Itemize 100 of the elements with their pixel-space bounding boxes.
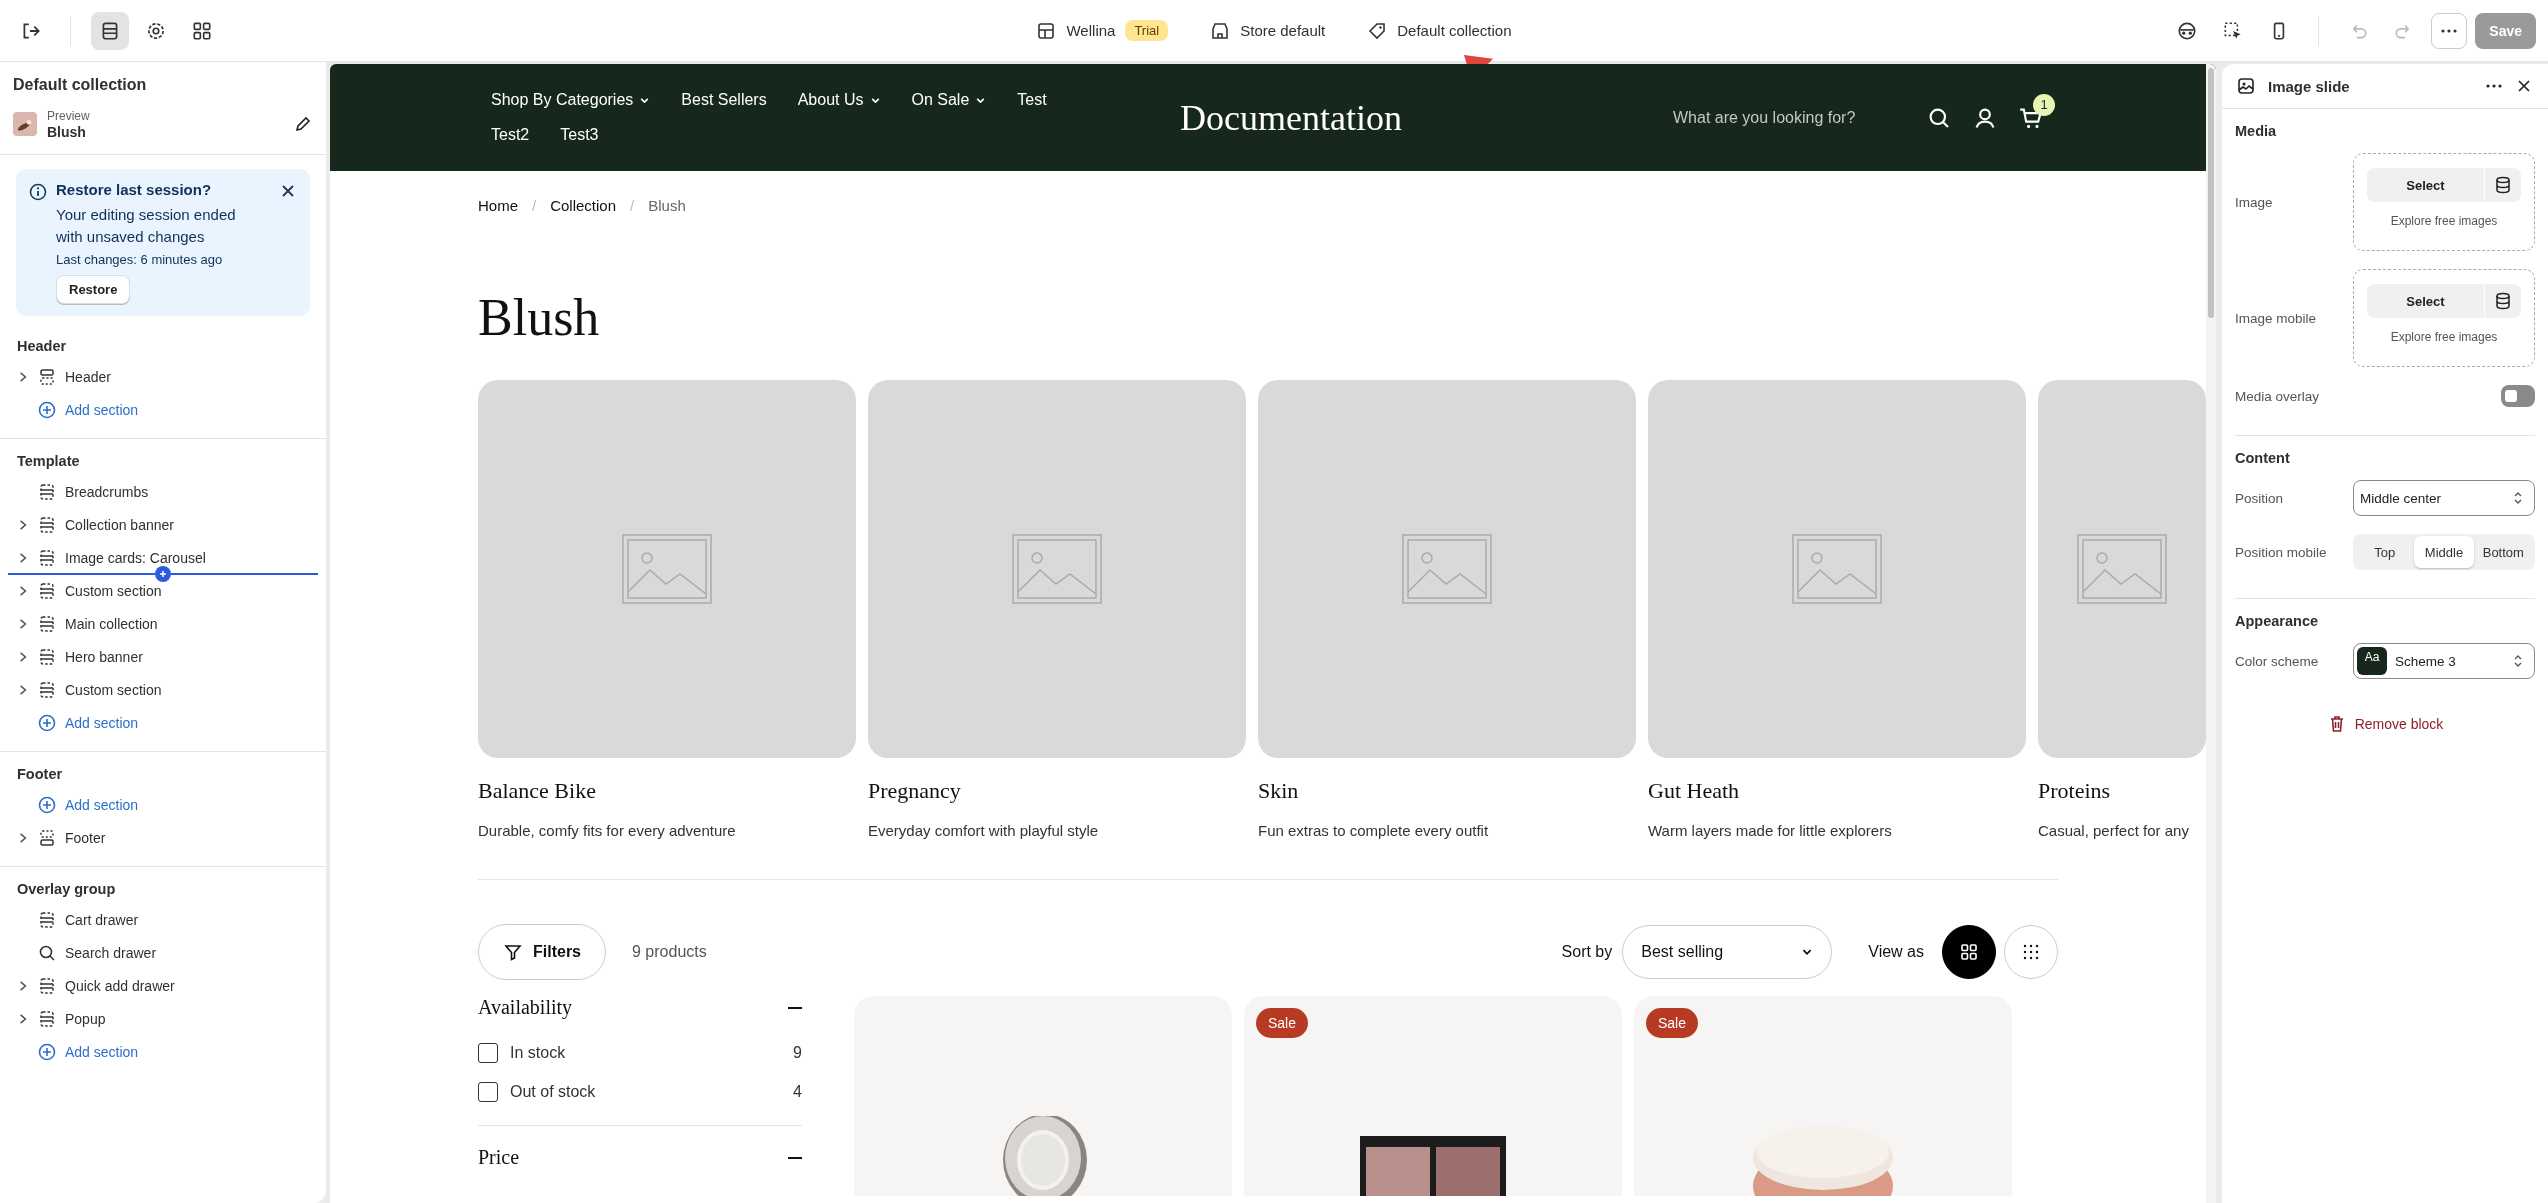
chevron-right-icon[interactable]: [17, 831, 29, 844]
chevron-right-icon[interactable]: [17, 551, 29, 564]
section-item[interactable]: Collection banner: [65, 516, 174, 533]
preview-value[interactable]: Blush: [47, 124, 283, 140]
checkbox[interactable]: [478, 1042, 498, 1063]
nav-link[interactable]: Best Sellers: [681, 91, 767, 109]
color-scheme-select[interactable]: Aa Scheme 3: [2353, 643, 2535, 679]
card-title[interactable]: Balance Bike: [478, 778, 856, 804]
section-item[interactable]: Custom section: [65, 681, 162, 698]
view-label: View as: [1868, 943, 1924, 961]
section-item[interactable]: Quick add drawer: [65, 977, 175, 994]
segment-option[interactable]: Middle: [2414, 536, 2474, 568]
header-section-icon: [37, 366, 57, 387]
breadcrumb-link[interactable]: Collection: [550, 196, 617, 214]
product-card[interactable]: Sale: [1634, 996, 2012, 1196]
section-item[interactable]: Breadcrumbs: [65, 483, 149, 500]
explore-images-link[interactable]: Explore free images: [2390, 214, 2498, 228]
section-item[interactable]: Hero banner: [65, 648, 143, 665]
filter-option[interactable]: In stock: [510, 1043, 782, 1062]
chevron-right-icon[interactable]: [17, 979, 29, 992]
more-icon[interactable]: [2486, 84, 2502, 88]
toggle-switch[interactable]: [2501, 385, 2535, 407]
chevron-right-icon[interactable]: [17, 1012, 29, 1025]
card-text: Fun extras to complete every outfit: [1258, 822, 1490, 839]
checkbox[interactable]: [478, 1081, 498, 1102]
grid-icon: [1959, 942, 1979, 962]
store-logo[interactable]: Documentation: [1091, 96, 1491, 139]
theme-selector[interactable]: Store default: [1240, 22, 1326, 39]
card-text: Durable, comfy fits for every adventure: [478, 822, 737, 839]
image-dropzone[interactable]: Select Explore free images: [2353, 269, 2535, 367]
nav-link[interactable]: On Sale: [911, 91, 987, 109]
template-selector[interactable]: Default collection: [1397, 22, 1512, 39]
section-item[interactable]: Header: [65, 368, 111, 385]
segment-option[interactable]: Top: [2355, 536, 2415, 568]
position-select[interactable]: Middle center: [2353, 480, 2535, 516]
sale-badge: Sale: [1256, 1008, 1309, 1038]
card-text: Casual, perfect for any: [2038, 822, 2190, 839]
restore-button[interactable]: Restore: [56, 275, 131, 304]
add-section-link[interactable]: Add section: [65, 796, 139, 813]
card-title[interactable]: Pregnancy: [868, 778, 1246, 804]
preview-label: Preview: [47, 108, 91, 124]
chevron-right-icon[interactable]: [17, 370, 29, 383]
add-icon: [37, 794, 57, 815]
image-dropzone[interactable]: Select Explore free images: [2353, 153, 2535, 251]
section-item[interactable]: Main collection: [65, 615, 158, 632]
collection-title: Blush: [478, 288, 601, 348]
remove-block-button[interactable]: Remove block: [2320, 713, 2450, 735]
edit-icon[interactable]: [293, 114, 313, 134]
image-icon: [1012, 534, 1102, 604]
scrollbar-thumb[interactable]: [2208, 68, 2214, 318]
card-title[interactable]: Proteins: [2038, 778, 2206, 804]
sections-icon[interactable]: [91, 11, 129, 50]
section-item[interactable]: Cart drawer: [65, 911, 139, 928]
filters-button[interactable]: Filters: [478, 924, 606, 980]
nav-link[interactable]: Test: [1017, 91, 1047, 109]
field-label: Position mobile: [2235, 544, 2327, 560]
library-button[interactable]: [2485, 284, 2521, 318]
filter-heading[interactable]: Price: [478, 1146, 520, 1169]
nav-link[interactable]: Test3: [560, 126, 599, 144]
library-button[interactable]: [2485, 168, 2521, 202]
insert-indicator[interactable]: [8, 567, 318, 581]
chevron-right-icon[interactable]: [17, 518, 29, 531]
section-item[interactable]: Search drawer: [65, 944, 157, 961]
filter-heading[interactable]: Availability: [478, 996, 573, 1019]
notice-meta: Last changes: 6 minutes ago: [56, 252, 224, 267]
explore-images-link[interactable]: Explore free images: [2390, 330, 2498, 344]
image-icon: [1792, 534, 1882, 604]
breadcrumb-link[interactable]: Blush: [648, 196, 686, 214]
group-heading: Footer: [16, 765, 64, 784]
section-item[interactable]: Custom section: [65, 582, 162, 599]
select-button[interactable]: Select: [2367, 168, 2484, 202]
segment-option[interactable]: Bottom: [2473, 536, 2533, 568]
nav-link[interactable]: Shop By Categories: [491, 91, 651, 109]
section-heading: Content: [2235, 450, 2291, 466]
store-name[interactable]: Wellina: [1066, 22, 1116, 39]
chevron-right-icon[interactable]: [17, 683, 29, 696]
filter-option[interactable]: Out of stock: [510, 1082, 782, 1101]
card-title[interactable]: Gut Heath: [1648, 778, 2026, 804]
breadcrumb-link[interactable]: Home: [478, 196, 518, 214]
info-icon: [28, 182, 48, 202]
product-card[interactable]: Sale: [1244, 996, 1622, 1196]
section-item[interactable]: Image cards: Carousel: [65, 549, 206, 566]
chevron-right-icon[interactable]: [17, 584, 29, 597]
chevron-right-icon[interactable]: [17, 617, 29, 630]
chevron-right-icon[interactable]: [17, 650, 29, 663]
section-item[interactable]: Popup: [65, 1010, 106, 1027]
nav-link[interactable]: About Us: [797, 91, 881, 109]
card-title[interactable]: Skin: [1258, 778, 1636, 804]
section-item[interactable]: Footer: [65, 829, 106, 846]
add-section-link[interactable]: Add section: [65, 714, 139, 731]
add-section-link[interactable]: Add section: [65, 401, 139, 418]
nav-link[interactable]: Test2: [491, 126, 530, 144]
grid-view-button[interactable]: [1942, 925, 1996, 979]
select-arrows-icon: [2512, 654, 2524, 668]
group-heading: Template: [16, 452, 81, 471]
search-field[interactable]: What are you looking for?: [1671, 107, 1905, 128]
add-section-link[interactable]: Add section: [65, 1043, 139, 1060]
more-icon: [2441, 28, 2458, 33]
select-button[interactable]: Select: [2367, 284, 2484, 318]
shop-icon: [1210, 20, 1231, 41]
